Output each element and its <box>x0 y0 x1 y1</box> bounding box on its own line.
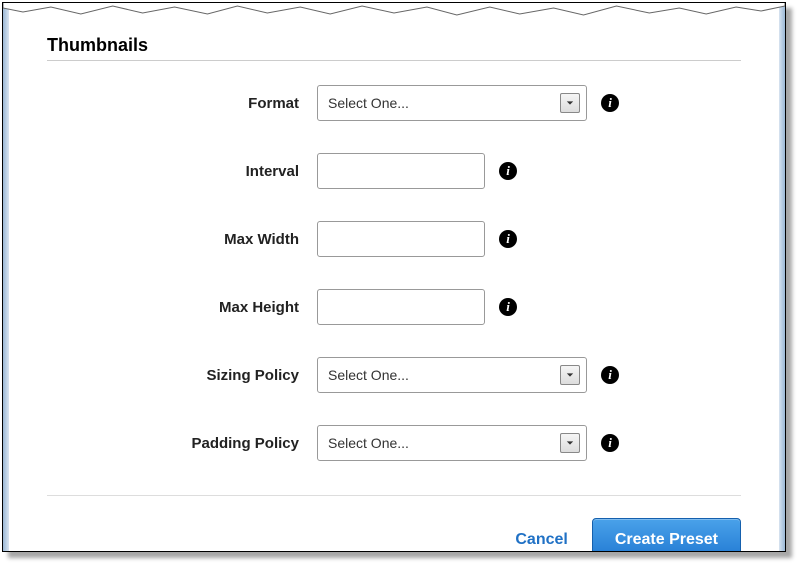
format-select-value: Select One... <box>328 95 409 111</box>
torn-edge-decoration <box>3 2 785 20</box>
control-max-height: i <box>317 289 517 325</box>
row-max-height: Max Height i <box>47 289 741 325</box>
chevron-down-icon <box>560 433 580 453</box>
row-format: Format Select One... i <box>47 85 741 121</box>
control-padding-policy: Select One... i <box>317 425 619 461</box>
control-sizing-policy: Select One... i <box>317 357 619 393</box>
info-icon[interactable]: i <box>601 434 619 452</box>
info-icon[interactable]: i <box>499 298 517 316</box>
chevron-down-icon <box>560 365 580 385</box>
scrollbar-right-edge <box>779 3 785 551</box>
sizing-policy-select-value: Select One... <box>328 367 409 383</box>
dialog-container: Thumbnails Format Select One... i Interv… <box>2 2 786 552</box>
max-height-input[interactable] <box>317 289 485 325</box>
control-format: Select One... i <box>317 85 619 121</box>
format-select[interactable]: Select One... <box>317 85 587 121</box>
info-icon[interactable]: i <box>601 366 619 384</box>
padding-policy-select-value: Select One... <box>328 435 409 451</box>
row-padding-policy: Padding Policy Select One... i <box>47 425 741 461</box>
create-preset-button[interactable]: Create Preset <box>592 518 741 552</box>
row-interval: Interval i <box>47 153 741 189</box>
chevron-down-icon <box>560 93 580 113</box>
label-max-width: Max Width <box>47 231 317 248</box>
row-max-width: Max Width i <box>47 221 741 257</box>
control-interval: i <box>317 153 517 189</box>
cancel-button[interactable]: Cancel <box>515 531 567 549</box>
padding-policy-select[interactable]: Select One... <box>317 425 587 461</box>
sizing-policy-select[interactable]: Select One... <box>317 357 587 393</box>
control-max-width: i <box>317 221 517 257</box>
info-icon[interactable]: i <box>499 230 517 248</box>
form-panel: Thumbnails Format Select One... i Interv… <box>19 9 769 541</box>
max-width-input[interactable] <box>317 221 485 257</box>
label-max-height: Max Height <box>47 299 317 316</box>
scrollbar-left-edge <box>3 3 9 551</box>
label-padding-policy: Padding Policy <box>47 435 317 452</box>
row-sizing-policy: Sizing Policy Select One... i <box>47 357 741 393</box>
form-rows: Format Select One... i Interval i <box>47 85 741 461</box>
action-row: Cancel Create Preset <box>47 495 741 552</box>
label-format: Format <box>47 95 317 112</box>
interval-input[interactable] <box>317 153 485 189</box>
info-icon[interactable]: i <box>499 162 517 180</box>
label-sizing-policy: Sizing Policy <box>47 367 317 384</box>
label-interval: Interval <box>47 163 317 180</box>
info-icon[interactable]: i <box>601 94 619 112</box>
section-title: Thumbnails <box>47 35 741 61</box>
